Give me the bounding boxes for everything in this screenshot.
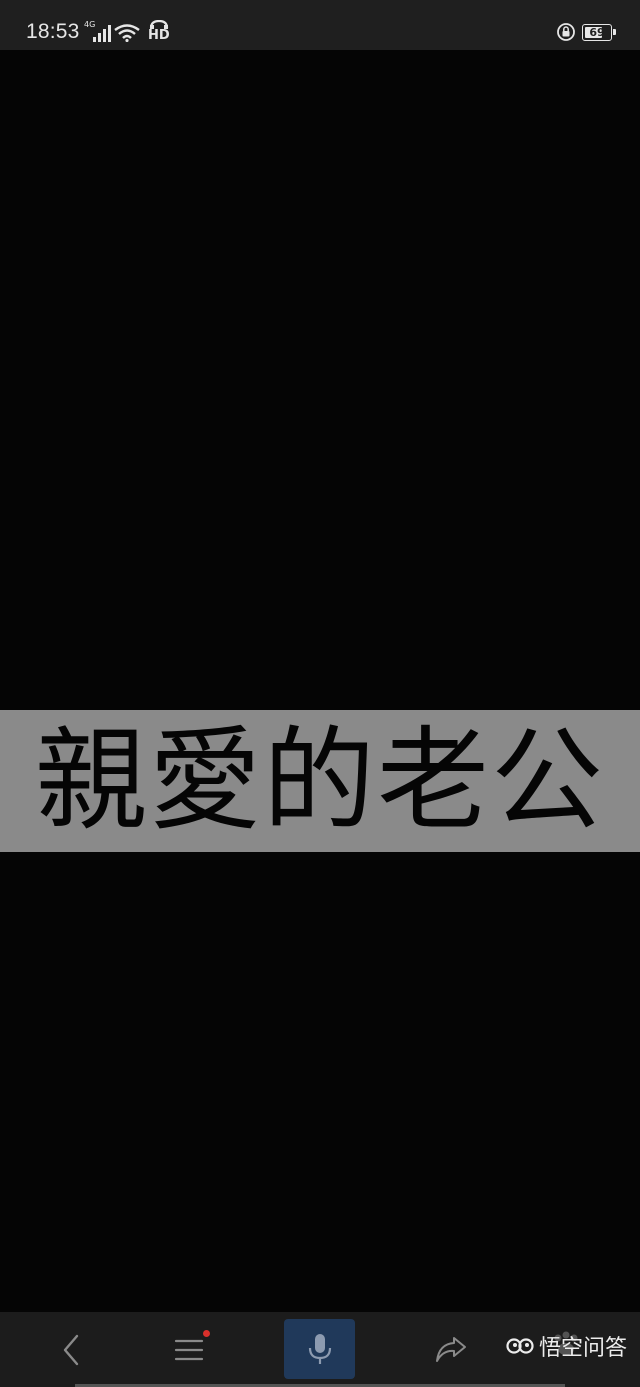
video-player[interactable]: 親愛的老公 <box>0 50 640 1312</box>
hd-call-icon: HD <box>148 20 170 42</box>
status-bar: 18:53 4G HD 69 <box>0 0 640 50</box>
chevron-left-icon <box>63 1334 79 1366</box>
battery-level: 69 <box>589 25 605 39</box>
back-button[interactable] <box>36 1320 106 1380</box>
wukong-logo-icon <box>506 1338 534 1354</box>
share-arrow-icon <box>436 1337 466 1362</box>
notification-dot <box>203 1330 210 1337</box>
voice-button[interactable] <box>284 1319 355 1379</box>
watermark-text: 悟空问答 <box>539 1336 628 1361</box>
watermark: 悟空问答 <box>505 1330 627 1362</box>
status-right-icons: 69 <box>556 22 616 42</box>
status-left-icons: 4G HD <box>84 20 170 42</box>
microphone-icon <box>308 1334 331 1364</box>
subtitle-banner: 親愛的老公 <box>0 710 640 852</box>
hd-label: HD <box>148 28 170 43</box>
hamburger-icon <box>174 1339 204 1361</box>
battery-icon: 69 <box>582 23 616 41</box>
subtitle-text: 親愛的老公 <box>35 716 605 846</box>
share-button[interactable] <box>416 1320 486 1380</box>
rotation-lock-icon <box>557 23 575 41</box>
bottom-nav-bar: 悟空问答 <box>0 1312 640 1387</box>
menu-button[interactable] <box>154 1320 224 1380</box>
signal-icon: 4G <box>84 20 111 42</box>
screen: 18:53 4G HD 69 親愛的老公 悟空问答 <box>0 0 640 1387</box>
status-time: 18:53 <box>26 20 80 43</box>
wifi-icon <box>114 24 140 42</box>
